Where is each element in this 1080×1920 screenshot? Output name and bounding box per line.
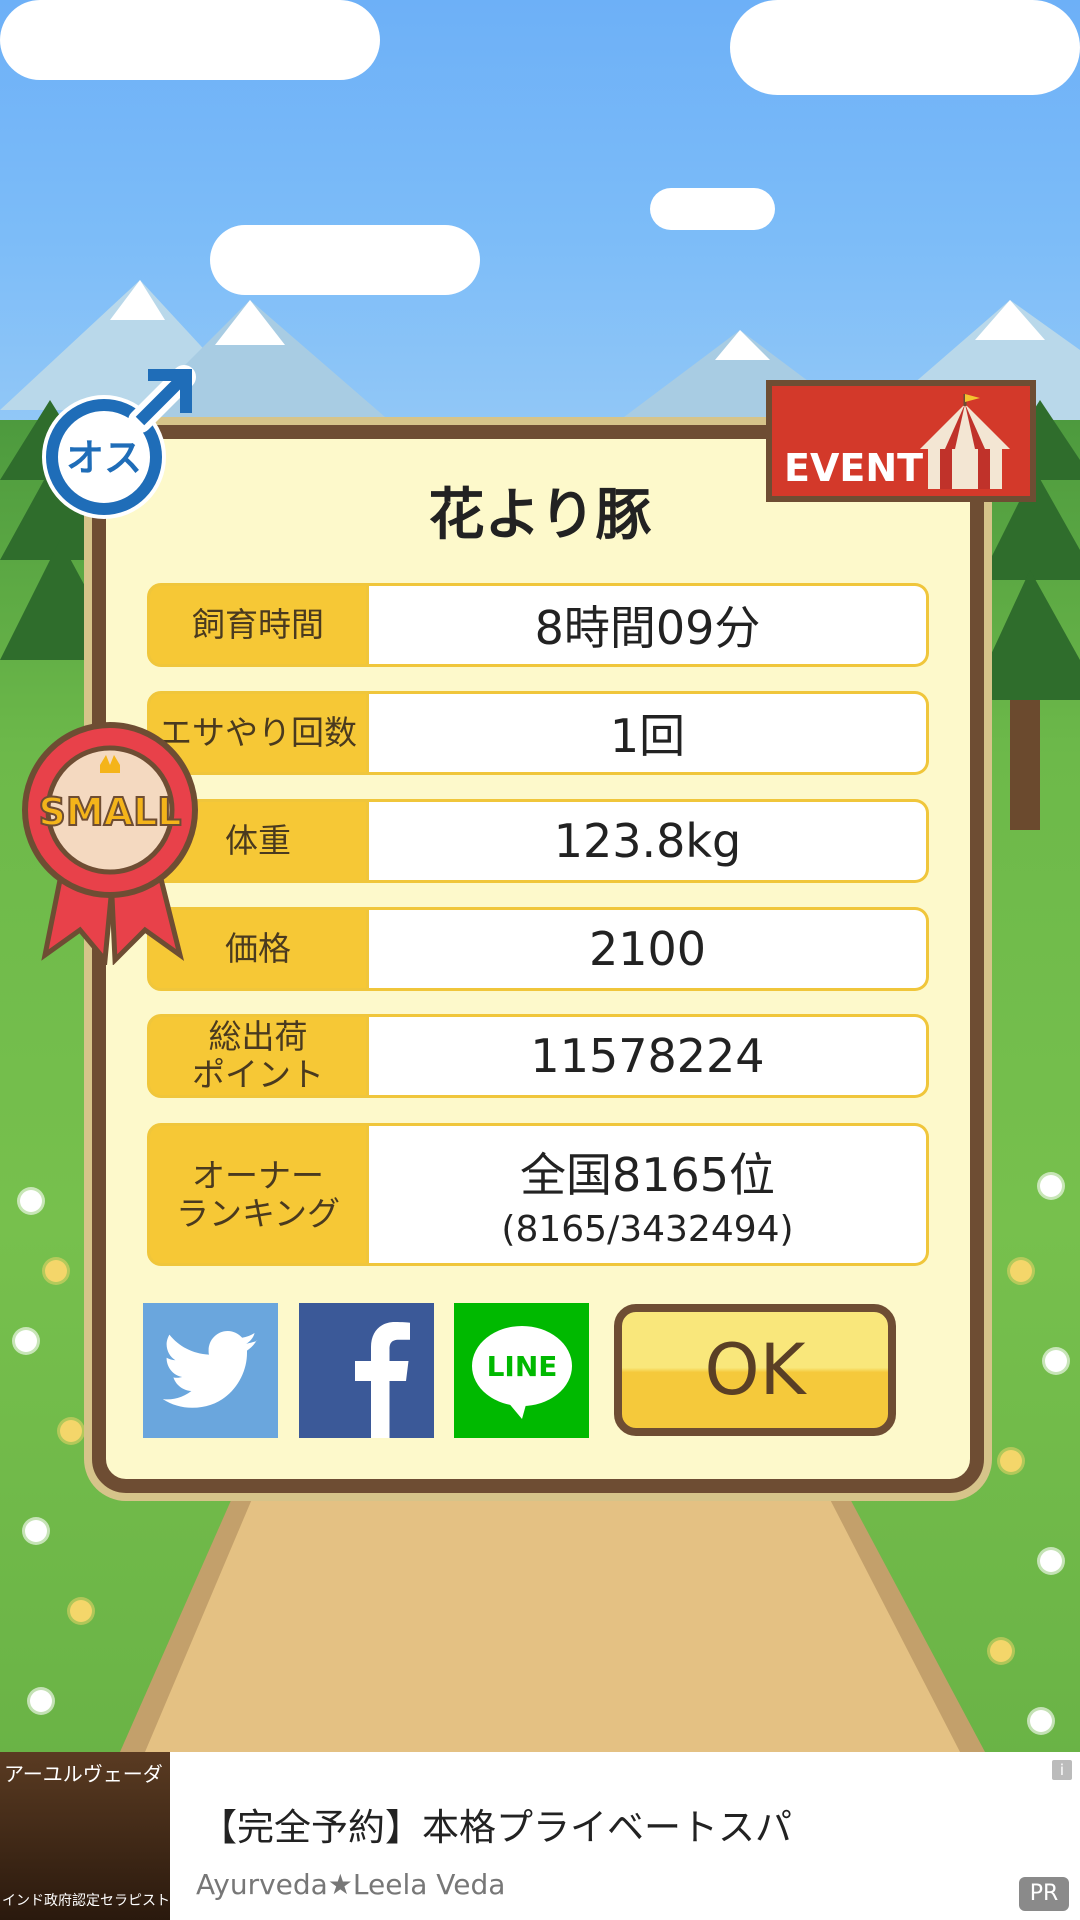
stat-row-breeding-time: 飼育時間 8時間09分	[135, 583, 931, 667]
event-label: EVENT	[784, 446, 924, 490]
stat-value: 123.8kg	[369, 799, 929, 883]
ok-button[interactable]: OK	[614, 1304, 896, 1436]
stat-value-group: 全国8165位 (8165/3432494)	[369, 1123, 929, 1266]
gender-label: オス	[66, 436, 142, 480]
ad-thumb-heading: アーユルヴェーダ	[4, 1762, 163, 1786]
male-gender-icon: オス	[36, 365, 196, 525]
flower	[70, 1600, 92, 1622]
flower	[1010, 1260, 1032, 1282]
twitter-share-button[interactable]	[143, 1303, 278, 1438]
ad-info-icon[interactable]: i	[1052, 1760, 1072, 1780]
flower	[1000, 1450, 1022, 1472]
flower	[15, 1330, 37, 1352]
circus-tent-icon	[920, 394, 1010, 489]
stat-row-weight: 体重 123.8kg	[135, 799, 931, 883]
flower	[1040, 1175, 1062, 1197]
facebook-share-button[interactable]	[299, 1303, 434, 1438]
twitter-bird-icon	[162, 1330, 257, 1408]
flower	[30, 1690, 52, 1712]
stat-row-feed-count: エサやり回数 1回	[135, 691, 931, 775]
event-badge[interactable]: EVENT	[766, 380, 1036, 502]
ad-thumb-caption: インド政府認定セラピスト在中	[2, 1893, 198, 1909]
stat-value: 1回	[369, 691, 929, 775]
flower	[1030, 1710, 1052, 1732]
ad-title[interactable]: 【完全予約】本格プライベートスパ	[200, 1797, 792, 1851]
ad-pr-badge: PR	[1019, 1877, 1069, 1911]
facebook-f-icon	[355, 1322, 410, 1438]
stat-label: 飼育時間	[147, 583, 369, 667]
line-share-button[interactable]: LINE	[454, 1303, 589, 1438]
flower	[1040, 1550, 1062, 1572]
stat-row-price: 価格 2100	[135, 907, 931, 991]
badge-label: SMALL	[38, 790, 181, 834]
line-text: LINE	[486, 1350, 557, 1383]
ad-thumbnail[interactable]: アーユルヴェーダ インド政府認定セラピスト在中	[0, 1752, 198, 1920]
flower	[1045, 1350, 1067, 1372]
flower	[990, 1640, 1012, 1662]
stat-value: 11578224	[369, 1014, 929, 1098]
ranking-detail: (8165/3432494)	[501, 1209, 794, 1250]
stat-row-owner-ranking: オーナー ランキング 全国8165位 (8165/3432494)	[135, 1123, 931, 1266]
stat-row-shipping-points: 総出荷 ポイント 11578224	[135, 1014, 931, 1098]
stat-label: オーナー ランキング	[147, 1123, 369, 1266]
flower	[60, 1420, 82, 1442]
flower	[20, 1190, 42, 1212]
small-ribbon-badge: SMALL	[20, 715, 200, 967]
ad-banner[interactable]: アーユルヴェーダ インド政府認定セラピスト在中 【完全予約】本格プライベートスパ…	[0, 1752, 1080, 1920]
ranking-value: 全国8165位	[519, 1148, 776, 1202]
line-bubble-icon: LINE	[471, 1325, 572, 1419]
flower	[45, 1260, 67, 1282]
flower	[25, 1520, 47, 1542]
stat-label: 総出荷 ポイント	[147, 1014, 369, 1098]
ad-advertiser: Ayurveda★Leela Veda	[196, 1868, 506, 1901]
stat-value: 8時間09分	[369, 583, 929, 667]
stat-value: 2100	[369, 907, 929, 991]
